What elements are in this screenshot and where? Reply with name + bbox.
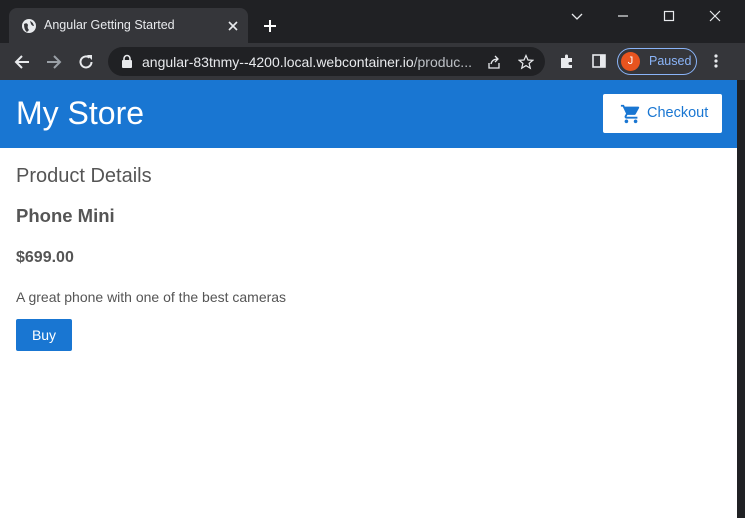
url-path: /produc... (413, 54, 472, 70)
app-header: My Store Checkout (0, 80, 737, 148)
shopping-cart-icon (620, 104, 640, 124)
side-panel-icon[interactable] (591, 53, 607, 69)
product-name: Phone Mini (16, 205, 115, 226)
store-title-link[interactable]: My Store (16, 95, 144, 132)
back-arrow-icon[interactable] (13, 53, 31, 71)
more-menu-icon[interactable] (708, 53, 724, 69)
share-icon[interactable] (486, 54, 502, 70)
lock-icon[interactable] (120, 54, 134, 69)
bookmark-star-icon[interactable] (518, 54, 534, 70)
page-title: Product Details (16, 165, 152, 187)
new-tab-icon[interactable] (262, 18, 278, 34)
profile-status: Paused (649, 54, 692, 68)
address-bar[interactable]: angular-83tnmy--4200.local.webcontainer.… (108, 47, 545, 76)
extensions-puzzle-icon[interactable] (559, 53, 575, 69)
checkout-label: Checkout (647, 105, 709, 121)
maximize-icon[interactable] (661, 8, 677, 24)
checkout-button[interactable]: Checkout (603, 94, 722, 133)
browser-toolbar: angular-83tnmy--4200.local.webcontainer.… (0, 43, 745, 80)
product-description: A great phone with one of the best camer… (16, 289, 287, 305)
forward-arrow-icon[interactable] (45, 53, 63, 71)
product-price: $699.00 (16, 249, 74, 266)
window-edge (737, 80, 745, 518)
url-text[interactable]: angular-83tnmy--4200.local.webcontainer.… (142, 54, 482, 70)
close-tab-icon[interactable] (225, 18, 241, 34)
browser-tab[interactable]: Angular Getting Started (9, 8, 248, 43)
tab-title: Angular Getting Started (44, 18, 175, 32)
browser-titlebar: Angular Getting Started (0, 0, 745, 43)
profile-button[interactable]: J Paused (617, 48, 697, 75)
globe-icon (22, 19, 36, 33)
reload-icon[interactable] (77, 53, 95, 71)
minimize-icon[interactable] (615, 8, 631, 24)
avatar: J (621, 52, 640, 71)
tab-search-chevron-icon[interactable] (569, 8, 585, 24)
close-window-icon[interactable] (707, 8, 723, 24)
buy-button[interactable]: Buy (16, 319, 72, 351)
url-host: angular-83tnmy--4200.local.webcontainer.… (142, 54, 414, 70)
